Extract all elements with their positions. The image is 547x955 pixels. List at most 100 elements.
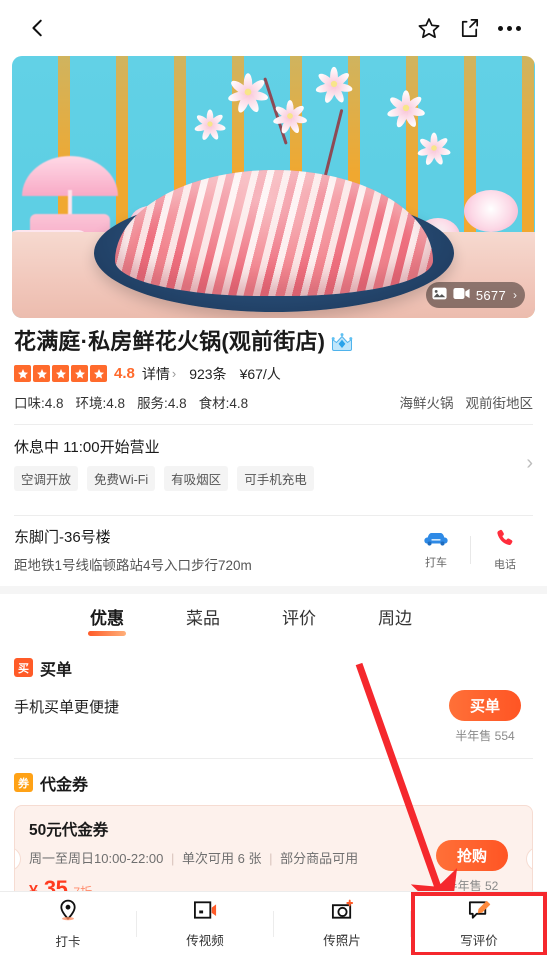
voucher-rule-time: 周一至周日10:00-22:00 bbox=[29, 850, 164, 866]
phone-button[interactable]: 电话 bbox=[477, 528, 533, 572]
shop-name: 花满庭·私房鲜花火锅(观前街店) bbox=[14, 329, 326, 354]
section-separator bbox=[0, 585, 547, 594]
voucher-section: 券 代金券 bbox=[0, 759, 547, 795]
score-service: 服务:4.8 bbox=[137, 395, 187, 411]
shop-info-block: 花满庭·私房鲜花火锅(观前街店) 4.8 详情 › 923条 ¥67/人 口味:… bbox=[0, 318, 547, 412]
voucher-name: 50元代金券 bbox=[29, 821, 109, 839]
buy-bill-title: 买单 bbox=[40, 661, 73, 679]
facility-tag: 可手机充电 bbox=[237, 465, 314, 491]
favorite-button[interactable] bbox=[409, 8, 449, 48]
checkin-button[interactable]: 打卡 bbox=[0, 892, 136, 955]
sold-label: 半年售 bbox=[455, 728, 492, 743]
checkin-label: 打卡 bbox=[55, 934, 81, 949]
hero-photo[interactable]: 5677 › bbox=[12, 56, 535, 318]
rating-detail-link[interactable]: 详情 › bbox=[142, 364, 176, 384]
category-area[interactable]: 观前街地区 bbox=[466, 392, 534, 412]
hours-main: 休息中 11:00开始营业 空调开放 免费Wi-Fi 有吸烟区 可手机充电 bbox=[14, 436, 518, 491]
back-button[interactable] bbox=[18, 8, 58, 48]
chevron-right-icon: › bbox=[513, 288, 517, 302]
score-ingredients: 食材:4.8 bbox=[198, 395, 249, 411]
tab-nearby[interactable]: 周边 bbox=[378, 604, 412, 635]
rating-score: 4.8 bbox=[114, 365, 135, 382]
address-main: 东脚门-36号楼 距地铁1号线临顿路站4号入口步行720m bbox=[14, 526, 408, 574]
sub-scores-row: 口味:4.8 环境:4.8 服务:4.8 食材:4.8 海鲜火锅 观前街地区 bbox=[14, 392, 533, 412]
share-button[interactable] bbox=[449, 8, 489, 48]
review-count: 923条 bbox=[189, 365, 227, 382]
tab-deals[interactable]: 优惠 bbox=[90, 604, 124, 635]
rule-separator: | bbox=[171, 850, 175, 866]
content-tabs: 优惠 菜品 评价 周边 bbox=[0, 594, 547, 646]
bottom-action-bar: 打卡 传视频 传照片 写评价 bbox=[0, 891, 547, 955]
address-line: 东脚门-36号楼 bbox=[14, 528, 111, 546]
score-taste: 口味:4.8 bbox=[14, 395, 64, 411]
image-icon bbox=[432, 287, 447, 303]
rating-row: 4.8 详情 › 923条 ¥67/人 bbox=[14, 364, 533, 384]
write-review-button[interactable]: 写评价 bbox=[411, 891, 547, 955]
star-icon bbox=[33, 365, 50, 382]
top-navigation-bar bbox=[0, 0, 547, 56]
buy-bill-cta-column: 买单 半年售 554 bbox=[437, 689, 533, 744]
taxi-button[interactable]: 打车 bbox=[408, 529, 464, 570]
lily-flower-icon bbox=[193, 109, 227, 142]
write-review-icon bbox=[467, 899, 492, 926]
shop-categories: 海鲜火锅 观前街地区 bbox=[400, 392, 534, 412]
chrysanthemum-decor bbox=[464, 190, 518, 232]
tab-dishes[interactable]: 菜品 bbox=[186, 604, 220, 635]
star-icon bbox=[90, 365, 107, 382]
lily-flower-icon bbox=[386, 90, 426, 129]
star-icon bbox=[14, 365, 31, 382]
voucher-badge-icon: 券 bbox=[14, 773, 33, 792]
facility-tag: 免费Wi-Fi bbox=[87, 465, 156, 491]
phone-icon bbox=[495, 529, 515, 552]
star-icon bbox=[52, 365, 69, 382]
facility-tag: 空调开放 bbox=[14, 465, 79, 491]
more-button[interactable] bbox=[489, 8, 529, 48]
shop-detail-page: 5677 › 花满庭·私房鲜花火锅(观前街店) 4.8 详情 › 923条 ¥6… bbox=[0, 0, 547, 955]
hero-photo-section: 5677 › bbox=[0, 56, 547, 318]
share-icon bbox=[458, 17, 481, 40]
write-review-label: 写评价 bbox=[460, 933, 498, 948]
buy-bill-sold: 半年售 554 bbox=[437, 727, 533, 744]
buy-bill-button[interactable]: 买单 bbox=[449, 689, 521, 721]
business-hours-row[interactable]: 休息中 11:00开始营业 空调开放 免费Wi-Fi 有吸烟区 可手机充电 › bbox=[0, 425, 547, 503]
price-per-person: ¥67/人 bbox=[239, 365, 281, 382]
chevron-left-icon bbox=[27, 17, 49, 39]
facility-tags: 空调开放 免费Wi-Fi 有吸烟区 可手机充电 bbox=[14, 465, 518, 491]
taxi-car-icon bbox=[423, 533, 449, 550]
lily-flower-icon bbox=[416, 132, 452, 167]
star-icon bbox=[71, 365, 88, 382]
page-title: 花满庭·私房鲜花火锅(观前街店) bbox=[14, 328, 533, 356]
buy-bill-description: 手机买单更便捷 bbox=[14, 698, 120, 716]
voucher-rule-limit: 单次可用 6 张 bbox=[182, 850, 262, 866]
tab-reviews[interactable]: 评价 bbox=[282, 604, 316, 635]
media-count-badge[interactable]: 5677 › bbox=[425, 282, 525, 308]
voucher-header: 券 代金券 bbox=[14, 771, 533, 795]
score-environment: 环境:4.8 bbox=[75, 395, 126, 411]
upload-photo-icon bbox=[330, 899, 355, 926]
upload-video-label: 传视频 bbox=[186, 933, 224, 948]
video-icon bbox=[453, 287, 470, 303]
buy-bill-row: 手机买单更便捷 买单 半年售 554 bbox=[14, 689, 533, 744]
lily-flower-icon bbox=[272, 100, 308, 135]
action-divider bbox=[470, 535, 471, 564]
voucher-rules: 周一至周日10:00-22:00 | 单次可用 6 张 | 部分商品可用 bbox=[29, 848, 424, 867]
star-outline-icon bbox=[417, 16, 441, 40]
buy-badge-icon: 买 bbox=[14, 658, 33, 677]
location-pin-icon bbox=[56, 898, 80, 927]
buy-bill-section: 买 买单 手机买单更便捷 买单 半年售 554 bbox=[0, 646, 547, 744]
upload-video-icon bbox=[193, 899, 218, 926]
address-row[interactable]: 东脚门-36号楼 距地铁1号线临顿路站4号入口步行720m 打车 电话 bbox=[0, 516, 547, 586]
media-count: 5677 bbox=[475, 287, 506, 303]
voucher-main: 50元代金券 周一至周日10:00-22:00 | 单次可用 6 张 | 部分商… bbox=[29, 818, 424, 902]
lily-flower-icon bbox=[227, 73, 269, 115]
star-rating bbox=[14, 365, 107, 382]
lily-flower-icon bbox=[314, 66, 354, 105]
more-dots-icon bbox=[497, 25, 521, 31]
crown-badge-icon bbox=[331, 332, 353, 351]
category-cuisine[interactable]: 海鲜火锅 bbox=[400, 392, 454, 412]
voucher-buy-button[interactable]: 抢购 bbox=[436, 839, 508, 871]
rule-separator: | bbox=[269, 850, 273, 866]
upload-photo-button[interactable]: 传照片 bbox=[274, 892, 410, 955]
upload-video-button[interactable]: 传视频 bbox=[137, 892, 273, 955]
chevron-right-icon: › bbox=[526, 451, 533, 474]
